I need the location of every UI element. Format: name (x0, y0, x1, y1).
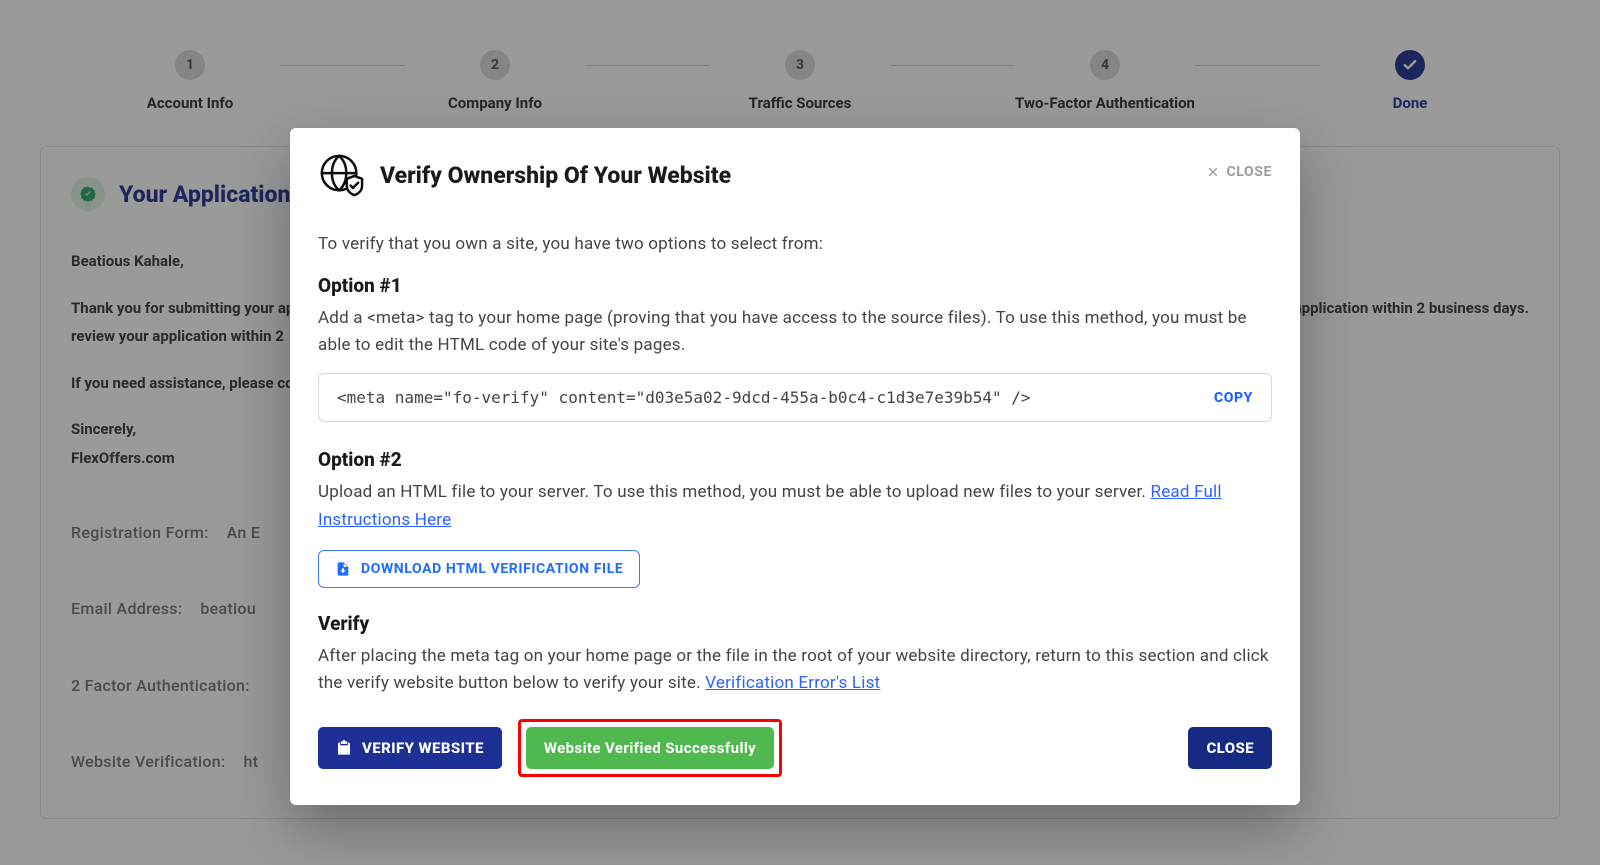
verify-website-button[interactable]: VERIFY WEBSITE (318, 727, 502, 769)
globe-shield-icon (318, 152, 364, 198)
close-label: CLOSE (1227, 164, 1272, 180)
modal-close-top[interactable]: CLOSE (1207, 164, 1272, 180)
success-highlight: Website Verified Successfully (518, 719, 782, 777)
close-icon (1207, 166, 1219, 178)
verify-heading: Verify (318, 612, 1272, 635)
meta-tag-box: <meta name="fo-verify" content="d03e5a02… (318, 373, 1272, 422)
download-file-icon (335, 561, 351, 577)
verify-website-label: VERIFY WEBSITE (362, 739, 484, 757)
modal-title: Verify Ownership Of Your Website (380, 162, 731, 189)
meta-tag-text: <meta name="fo-verify" content="d03e5a02… (337, 388, 1031, 407)
modal-intro: To verify that you own a site, you have … (318, 234, 1272, 254)
copy-button[interactable]: COPY (1214, 390, 1253, 406)
download-label: DOWNLOAD HTML VERIFICATION FILE (361, 561, 623, 577)
verified-success-text: Website Verified Successfully (544, 739, 756, 757)
verify-ownership-modal: Verify Ownership Of Your Website CLOSE T… (290, 128, 1300, 805)
option2-desc: Upload an HTML file to your server. To u… (318, 479, 1272, 533)
option1-heading: Option #1 (318, 274, 1272, 297)
close-button-label: CLOSE (1206, 739, 1254, 757)
verified-success-banner: Website Verified Successfully (526, 727, 774, 769)
download-verification-file-button[interactable]: DOWNLOAD HTML VERIFICATION FILE (318, 550, 640, 588)
modal-close-button[interactable]: CLOSE (1188, 727, 1272, 769)
verify-desc: After placing the meta tag on your home … (318, 643, 1272, 697)
option2-heading: Option #2 (318, 448, 1272, 471)
option1-desc: Add a <meta> tag to your home page (prov… (318, 305, 1272, 359)
verification-errors-link[interactable]: Verification Error's List (705, 673, 880, 693)
clipboard-check-icon (336, 740, 352, 756)
